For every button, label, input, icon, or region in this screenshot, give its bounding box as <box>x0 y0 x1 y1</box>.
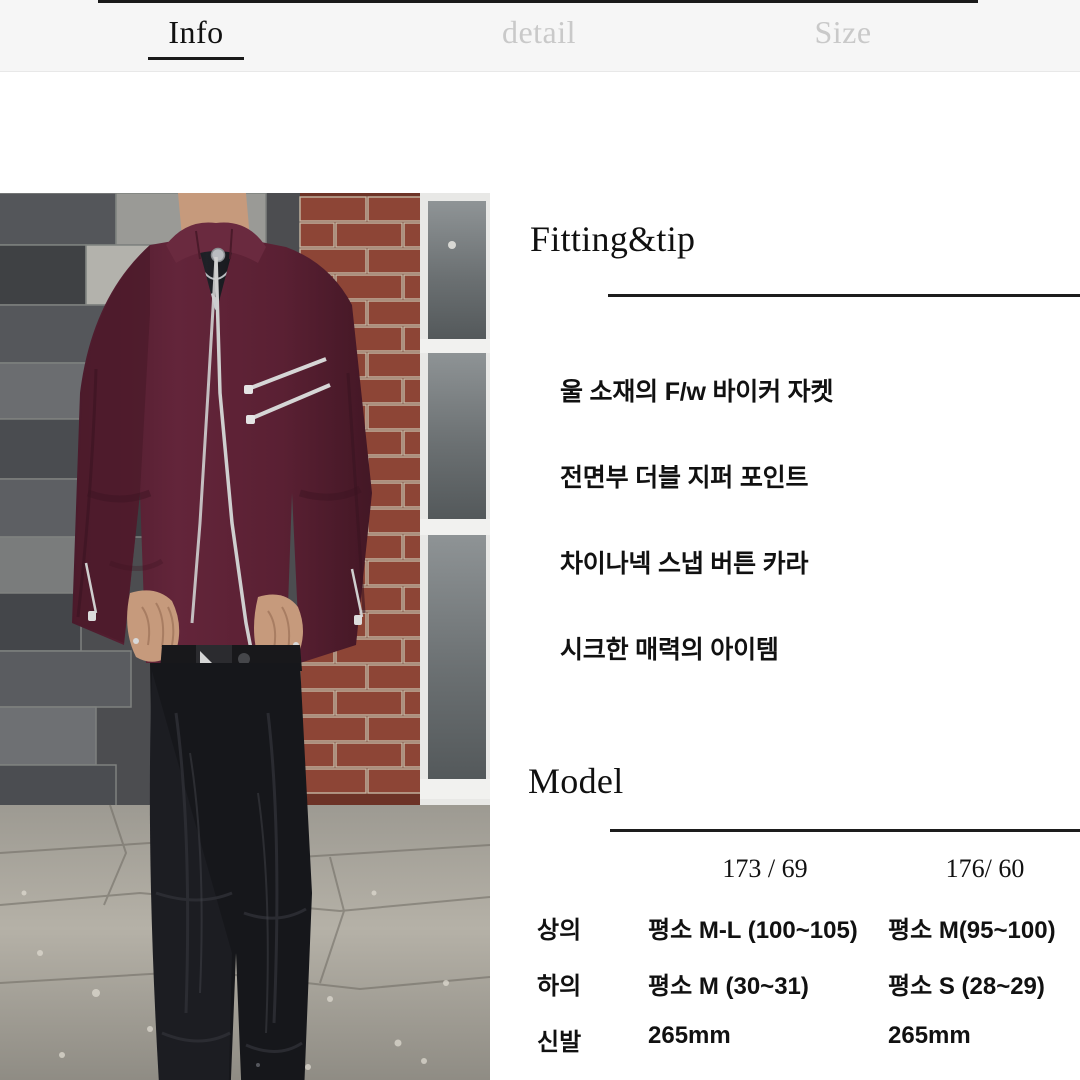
tab-bar-top-rule <box>98 0 978 3</box>
fitting-line-2: 전면부 더블 지퍼 포인트 <box>560 464 809 492</box>
model-row-top-value-1: 평소 M-L (100~105) <box>648 917 858 944</box>
fitting-tip-rule <box>608 294 1080 297</box>
model-row-bottom-value-1: 평소 M (30~31) <box>648 973 809 1000</box>
model-row-top-value-2: 평소 M(95~100) <box>888 917 1056 944</box>
tab-info[interactable]: Info <box>98 14 294 51</box>
model-heading: Model <box>528 761 624 801</box>
tab-detail-label: detail <box>501 14 577 50</box>
model-row-bottom-value-2: 평소 S (28~29) <box>888 973 1045 1000</box>
fitting-line-1: 울 소재의 F/w 바이커 자켓 <box>560 378 834 406</box>
tab-bar: Info detail Size <box>0 0 1080 72</box>
tab-size[interactable]: Size <box>735 14 951 51</box>
tab-size-label: Size <box>814 14 872 50</box>
model-row-shoes-value-1: 265mm <box>648 1022 731 1049</box>
model-rule <box>610 829 1080 832</box>
model-row-label-bottom: 하의 <box>537 973 582 1000</box>
tab-info-label: Info <box>168 14 224 50</box>
model-row-shoes-value-2: 265mm <box>888 1022 971 1049</box>
model-column-header-2: 176/ 60 <box>945 854 1025 883</box>
model-row-label-top: 상의 <box>537 917 582 944</box>
info-panel: Fitting&tip 울 소재의 F/w 바이커 자켓 전면부 더블 지퍼 포… <box>490 72 1080 1080</box>
fitting-line-4: 시크한 매력의 아이템 <box>560 636 779 664</box>
tab-info-underline <box>148 57 244 60</box>
model-column-header-1: 173 / 69 <box>722 854 808 883</box>
product-photo-illustration <box>0 193 490 1080</box>
tab-detail[interactable]: detail <box>392 14 686 51</box>
fitting-tip-heading: Fitting&tip <box>530 219 696 259</box>
product-photo <box>0 193 490 1080</box>
fitting-line-3: 차이나넥 스냅 버튼 카라 <box>560 550 809 578</box>
model-row-label-shoes: 신발 <box>537 1029 582 1056</box>
